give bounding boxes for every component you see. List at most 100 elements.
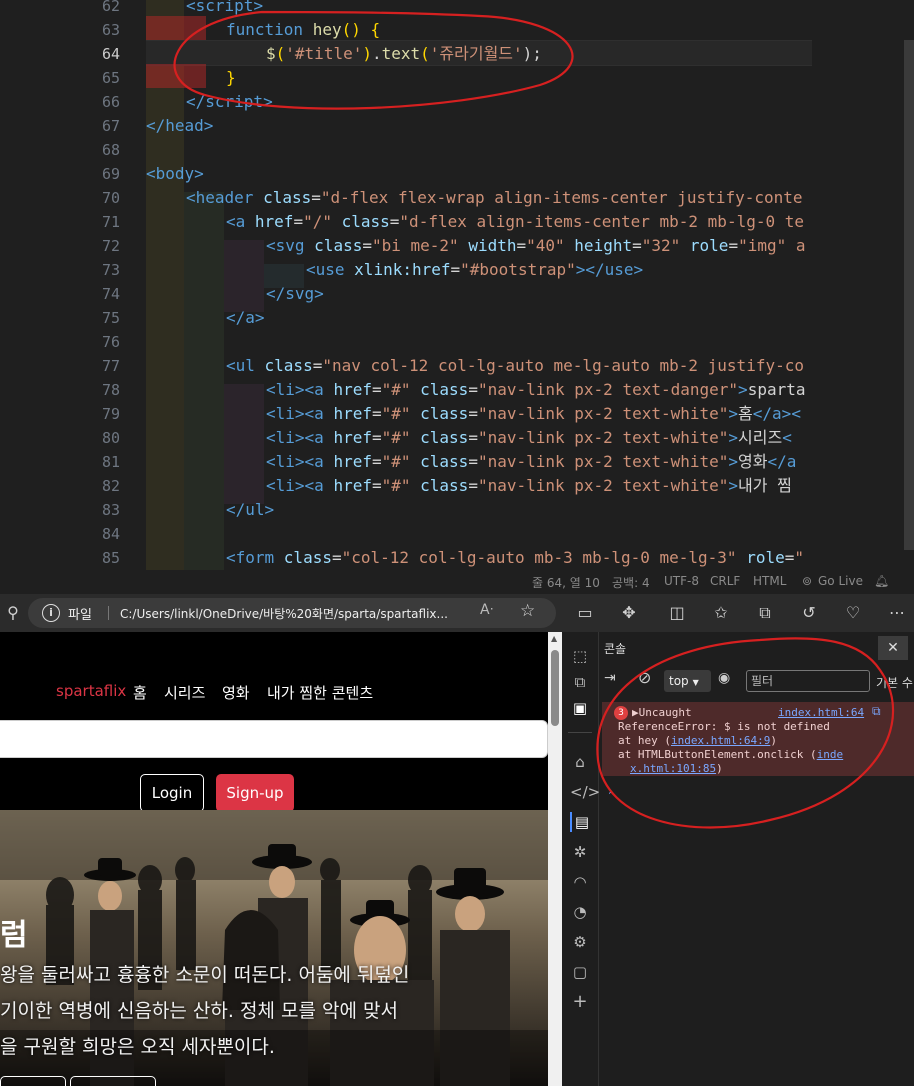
- language-mode[interactable]: HTML: [753, 574, 786, 588]
- indent-spaces[interactable]: 공백: 4: [612, 574, 650, 591]
- code-line[interactable]: 82 <li><a href="#" class="nav-link px-2 t…: [0, 474, 914, 498]
- golive-icon[interactable]: ⊚: [802, 574, 812, 588]
- read-aloud-icon[interactable]: Aᐧ: [480, 602, 493, 618]
- code-line[interactable]: 79 <li><a href="#" class="nav-link px-2 t…: [0, 402, 914, 426]
- code-line[interactable]: 66 </script>: [0, 90, 914, 114]
- add-tool-icon[interactable]: +: [570, 992, 590, 1012]
- code-editor[interactable]: 62 <script> 63 function hey() {64 $('#title'…: [0, 0, 914, 570]
- console-prompt[interactable]: ›: [608, 784, 613, 798]
- console-title[interactable]: 콘솔: [604, 640, 626, 657]
- more-menu-icon[interactable]: ⋯: [884, 600, 910, 626]
- file-label: 파일: [68, 608, 92, 623]
- url-text[interactable]: C:/Users/linkl/OneDrive/바탕%20화면/sparta/s…: [120, 605, 448, 622]
- bell-icon[interactable]: 🔔︎: [874, 574, 889, 588]
- screen-icon[interactable]: ▭: [572, 600, 598, 626]
- code-token: =: [784, 548, 795, 567]
- code-line[interactable]: 76: [0, 330, 914, 354]
- code-line[interactable]: 68: [0, 138, 914, 162]
- device-emulation-icon[interactable]: ⧉: [570, 672, 590, 692]
- dock-icon[interactable]: ▣: [570, 698, 590, 718]
- hero-info-button[interactable]: [70, 1076, 156, 1086]
- address-bar[interactable]: i 파일 C:/Users/linkl/OneDrive/바탕%20화면/spa…: [28, 598, 556, 628]
- code-line[interactable]: 72 <svg class="bi me-2" width="40" height…: [0, 234, 914, 258]
- golive-button[interactable]: Go Live: [818, 574, 863, 588]
- login-button[interactable]: Login: [140, 774, 204, 812]
- code-line[interactable]: 64 $('#title').text('쥬라기월드');: [0, 42, 914, 66]
- devtools-sidebar: ⬚ ⧉ ▣ ⌂ </> ▤ ✲ ◠ ◔ ⚙ ▢ +: [562, 632, 600, 1086]
- error-source-link[interactable]: index.html:64: [778, 706, 864, 719]
- code-line[interactable]: 84: [0, 522, 914, 546]
- console-error-entry[interactable]: 3 ▶Uncaught index.html:64 ⧉ ReferenceErr…: [602, 702, 914, 776]
- error-link[interactable]: index.html:64: [778, 706, 864, 719]
- cursor-position[interactable]: 줄 64, 열 10: [532, 574, 600, 591]
- code-token: >: [728, 404, 739, 423]
- inspect-icon[interactable]: ⬚: [570, 646, 590, 666]
- eye-icon[interactable]: ◉: [718, 670, 730, 686]
- code-line[interactable]: 67 </head>: [0, 114, 914, 138]
- encoding[interactable]: UTF-8: [664, 574, 699, 588]
- code-line[interactable]: 74 </svg>: [0, 282, 914, 306]
- sources-bug-icon[interactable]: ✲: [570, 842, 590, 862]
- health-icon[interactable]: ♡: [840, 600, 866, 626]
- error-link[interactable]: index.html:64:9: [671, 734, 770, 747]
- editor-scrollbar-thumb[interactable]: [904, 40, 914, 550]
- code-line[interactable]: 62 <script>: [0, 0, 914, 18]
- network-wifi-icon[interactable]: ◠: [570, 872, 590, 892]
- code-line[interactable]: 71 <a href="/" class="d-flex align-items-…: [0, 210, 914, 234]
- code-line[interactable]: 75 </a>: [0, 306, 914, 330]
- nav-link-my-list[interactable]: 내가 찜한 콘텐츠: [267, 682, 373, 703]
- code-line[interactable]: 81 <li><a href="#" class="nav-link px-2 t…: [0, 450, 914, 474]
- split-screen-icon[interactable]: ◫: [664, 600, 690, 626]
- code-line[interactable]: 70 <header class="d-flex flex-wrap align-…: [0, 186, 914, 210]
- code-token: <form: [226, 548, 284, 567]
- console-icon[interactable]: ▤: [570, 812, 592, 832]
- signup-button[interactable]: Sign-up: [216, 774, 294, 812]
- error-text[interactable]: ▶Uncaught: [632, 706, 692, 719]
- favorites-icon[interactable]: ✩: [708, 600, 734, 626]
- sidebar-toggle-icon[interactable]: ⇥: [604, 670, 616, 686]
- code-line[interactable]: 65}: [0, 66, 914, 90]
- hero-play-button[interactable]: [0, 1076, 66, 1086]
- code-line[interactable]: 83 </ul>: [0, 498, 914, 522]
- minimap[interactable]: [812, 0, 900, 570]
- page-scrollbar[interactable]: ▲: [548, 632, 562, 1086]
- extensions-icon[interactable]: ✥: [616, 600, 642, 626]
- search-input[interactable]: [0, 720, 548, 758]
- code-line[interactable]: 63 function hey() {: [0, 18, 914, 42]
- chevron-down-icon: ▼: [692, 678, 699, 687]
- history-icon[interactable]: ↺: [796, 600, 822, 626]
- nav-link-movies[interactable]: 영화: [222, 682, 250, 703]
- nav-link-home[interactable]: 홈: [133, 682, 147, 703]
- settings-gear-icon[interactable]: ⚙: [570, 932, 590, 952]
- error-link[interactable]: x.html:101:85: [630, 762, 716, 775]
- nav-link-series[interactable]: 시리즈: [164, 682, 205, 703]
- search-icon[interactable]: ⚲: [0, 600, 26, 626]
- code-line[interactable]: 80 <li><a href="#" class="nav-link px-2 t…: [0, 426, 914, 450]
- page-scrollbar-thumb[interactable]: [551, 650, 559, 726]
- scroll-up-icon[interactable]: ▲: [551, 634, 557, 643]
- eol[interactable]: CRLF: [710, 574, 740, 588]
- clear-console-icon[interactable]: ⊘: [638, 668, 651, 687]
- collections-icon[interactable]: ⧉: [752, 600, 778, 626]
- elements-icon[interactable]: </>: [570, 782, 600, 802]
- filter-input[interactable]: 필터: [746, 670, 870, 692]
- info-icon[interactable]: i: [42, 604, 60, 622]
- log-levels-dropdown[interactable]: 기본 수: [876, 674, 913, 691]
- favorite-star-icon[interactable]: ☆: [520, 601, 535, 621]
- performance-icon[interactable]: ◔: [570, 902, 590, 922]
- code-line[interactable]: 69 <body>: [0, 162, 914, 186]
- nav-link-spartaflix[interactable]: spartaflix: [56, 682, 126, 700]
- code-line[interactable]: 73 <use xlink:href="#bootstrap"></use>: [0, 258, 914, 282]
- code-token: >: [738, 380, 748, 399]
- code-line[interactable]: 77 <ul class="nav col-12 col-lg-auto me-l…: [0, 354, 914, 378]
- code-token: </a>: [226, 308, 265, 327]
- copy-icon[interactable]: ⧉: [872, 704, 881, 719]
- code-token: role: [746, 548, 785, 567]
- code-line[interactable]: 78 <li><a href="#" class="nav-link px-2 t…: [0, 378, 914, 402]
- welcome-home-icon[interactable]: ⌂: [570, 752, 590, 772]
- error-link[interactable]: inde: [817, 748, 844, 761]
- close-icon[interactable]: ✕: [878, 636, 908, 660]
- context-select[interactable]: top ▼: [664, 670, 711, 692]
- application-icon[interactable]: ▢: [570, 962, 590, 982]
- code-line[interactable]: 85 <form class="col-12 col-lg-auto mb-3 m…: [0, 546, 914, 570]
